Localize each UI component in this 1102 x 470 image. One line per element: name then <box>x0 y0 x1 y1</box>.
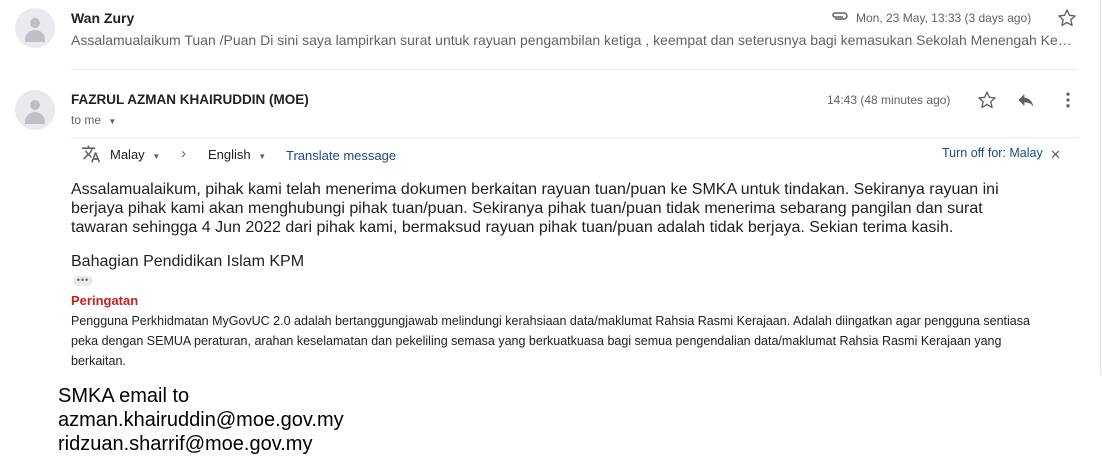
star-icon[interactable] <box>977 90 997 110</box>
turn-off-translation-link[interactable]: Turn off for: Malay <box>942 146 1043 160</box>
right-border <box>1100 0 1101 375</box>
message-body: Assalamualaikum, pihak kami telah meneri… <box>71 181 999 236</box>
chevron-down-icon: ▼ <box>152 152 161 161</box>
close-icon[interactable]: ✕ <box>1050 147 1061 163</box>
caption-line-1: SMKA email to <box>58 385 190 407</box>
recipient-line[interactable]: to me ▼ <box>71 113 116 127</box>
caption-line-2: azman.khairuddin@moe.gov.my <box>58 409 344 431</box>
signature: Bahagian Pendidikan Islam KPM <box>71 253 305 270</box>
chevron-down-icon[interactable]: ▼ <box>108 117 116 126</box>
paperclip-icon <box>830 8 850 26</box>
thread-divider <box>71 69 1078 70</box>
message-date-1: Mon, 23 May, 13:33 (3 days ago) <box>856 11 1032 25</box>
message-time-2: 14:43 (48 minutes ago) <box>827 93 951 107</box>
translate-bar-divider <box>71 137 1078 138</box>
star-icon[interactable] <box>1057 8 1077 28</box>
warning-text: Pengguna Perkhidmatan MyGovUC 2.0 adalah… <box>71 314 1030 368</box>
source-language-select[interactable]: Malay ▼ <box>110 147 160 162</box>
sender-name-2[interactable]: FAZRUL AZMAN KHAIRUDDIN (MOE) <box>71 92 309 107</box>
source-language-label: Malay <box>110 147 145 162</box>
target-language-select[interactable]: English ▼ <box>208 147 266 162</box>
warning-title: Peringatan <box>71 293 139 308</box>
caption-line-3: ridzuan.sharrif@moe.gov.my <box>58 433 313 455</box>
more-vertical-icon[interactable] <box>1058 90 1078 110</box>
sender-name-1[interactable]: Wan Zury <box>71 10 134 26</box>
message-snippet[interactable]: Assalamualaikum Tuan /Puan Di sini saya … <box>71 32 1076 48</box>
sender-avatar-2 <box>15 90 55 130</box>
translate-message-link[interactable]: Translate message <box>286 148 396 163</box>
show-trimmed-content-button[interactable]: ••• <box>73 276 93 286</box>
translate-icon <box>80 144 102 164</box>
sender-avatar-1 <box>15 8 55 48</box>
chevron-right-icon: › <box>181 145 186 162</box>
chevron-down-icon: ▼ <box>258 152 267 161</box>
target-language-label: English <box>208 147 251 162</box>
recipient-label: to me <box>71 113 102 127</box>
reply-icon[interactable] <box>1016 90 1036 110</box>
